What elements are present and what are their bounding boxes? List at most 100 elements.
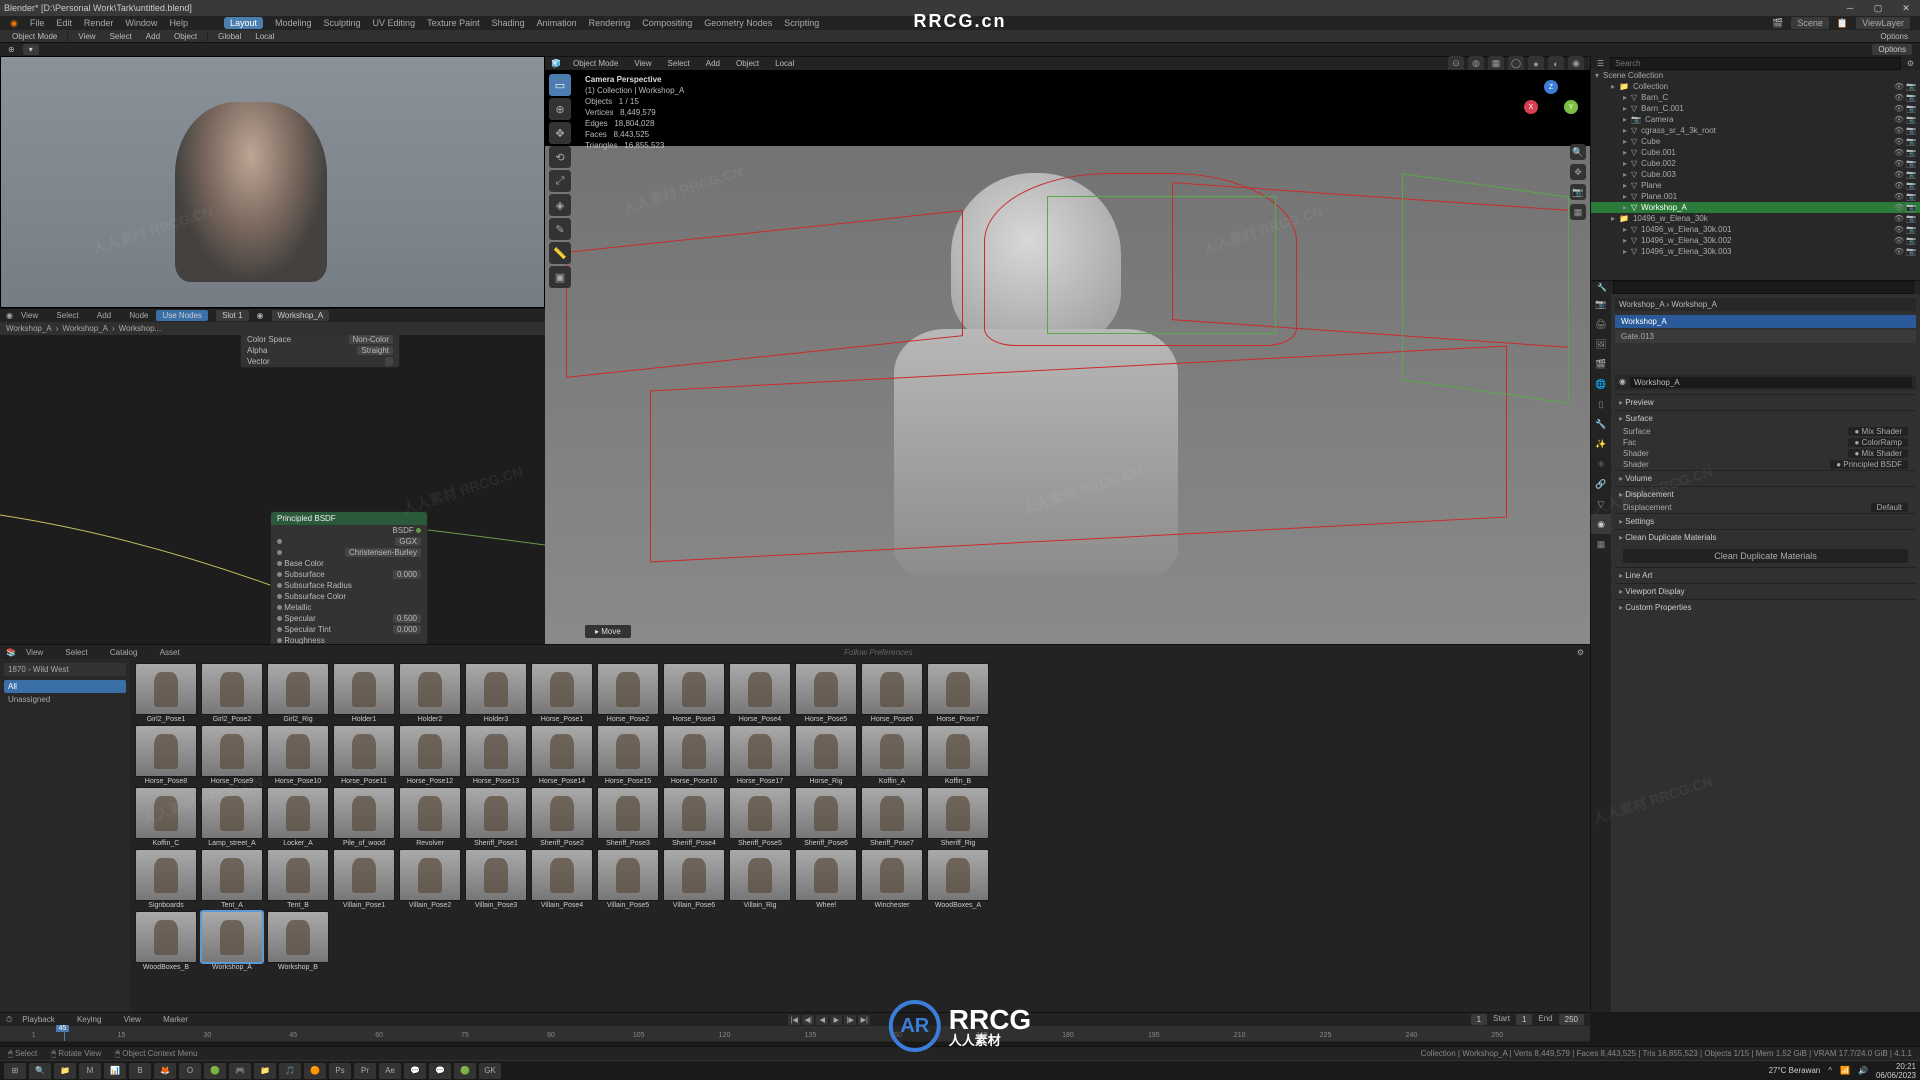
menu-add[interactable]: Add [702,59,724,68]
asset-item[interactable]: Workshop_B [266,911,330,971]
annotate-tool[interactable]: ✎ [549,218,571,240]
shader-link[interactable]: ● Mix Shader [1848,449,1908,458]
asset-item[interactable]: Koffin_B [926,725,990,785]
eye-icon[interactable]: 👁 [1894,82,1904,91]
tab-render[interactable]: 📷 [1591,294,1611,314]
panel-clean-duplicate-materials[interactable]: Clean Duplicate Materials [1615,529,1916,545]
menu-select[interactable]: Select [65,648,87,657]
eye-icon[interactable]: 👁 [1894,104,1904,113]
jump-start-button[interactable]: |◀ [788,1015,800,1025]
asset-item[interactable]: Girl2_Rig [266,663,330,723]
panel-custom-properties[interactable]: Custom Properties [1615,599,1916,615]
asset-item[interactable]: Sheriff_Pose3 [596,787,660,847]
outliner-item[interactable]: ▸▽Cube.002👁📷 [1591,158,1920,169]
editor-type-icon[interactable]: ☰ [1597,59,1604,68]
asset-item[interactable]: Villain_Pose6 [662,849,726,909]
tab-viewlayer[interactable]: 🖼 [1591,334,1611,354]
clock-time[interactable]: 20:21 [1876,1062,1916,1071]
eye-icon[interactable]: 👁 [1894,148,1904,157]
tab-physics[interactable]: ⚛ [1591,454,1611,474]
taskbar-app[interactable]: Ae [379,1063,401,1079]
asset-item[interactable]: Villain_Pose2 [398,849,462,909]
editor-type-icon[interactable]: 🧊 [551,59,561,68]
workspace-tab-modeling[interactable]: Modeling [275,18,312,28]
tray-volume-icon[interactable]: 🔊 [1858,1066,1868,1075]
eye-icon[interactable]: 👁 [1894,247,1904,256]
outliner-item[interactable]: ▸▽Plane.001👁📷 [1591,191,1920,202]
render-icon[interactable]: 📷 [1906,148,1916,157]
menu-object[interactable]: Object [732,59,763,68]
editor-type-icon[interactable]: ⏱ [6,1015,12,1025]
asset-item[interactable]: Tent_B [266,849,330,909]
workspace-tab-texture-paint[interactable]: Texture Paint [427,18,480,28]
menu-add[interactable]: Add [142,32,164,41]
menu-file[interactable]: File [30,18,45,28]
asset-item[interactable]: Holder3 [464,663,528,723]
display-settings-icon[interactable]: ⚙ [1577,648,1584,657]
node-principled-bsdf[interactable]: Principled BSDF BSDF GGX Christensen-Bur… [270,511,428,644]
material-name[interactable]: Workshop_A [1630,377,1912,388]
props-search[interactable] [1613,281,1914,294]
operator-panel[interactable]: ▸ Move [585,625,631,638]
rotate-tool[interactable]: ⟲ [549,146,571,168]
eye-icon[interactable]: 👁 [1894,236,1904,245]
outliner-item[interactable]: ▸📷Camera👁📷 [1591,114,1920,125]
render-icon[interactable]: 📷 [1906,192,1916,201]
asset-item[interactable]: Horse_Pose16 [662,725,726,785]
render-icon[interactable]: 📷 [1906,225,1916,234]
render-icon[interactable]: 📷 [1906,247,1916,256]
render-preview[interactable] [0,56,545,308]
asset-item[interactable]: Sheriff_Pose5 [728,787,792,847]
render-icon[interactable]: 📷 [1906,159,1916,168]
asset-item[interactable]: Horse_Pose6 [860,663,924,723]
menu-view[interactable]: View [124,1015,141,1025]
menu-select[interactable]: Select [664,59,694,68]
asset-item[interactable]: Wheel [794,849,858,909]
bc-item[interactable]: Workshop_A [6,324,52,333]
taskbar-app[interactable]: GK [479,1063,501,1079]
asset-item[interactable]: Villain_Pose4 [530,849,594,909]
render-icon[interactable]: 📷 [1906,115,1916,124]
menu-marker[interactable]: Marker [163,1015,188,1025]
asset-item[interactable]: Horse_Pose17 [728,725,792,785]
close-button[interactable]: ✕ [1896,2,1916,14]
workspace-tab-geometry-nodes[interactable]: Geometry Nodes [704,18,772,28]
shader-link[interactable]: ● Mix Shader [1848,427,1908,436]
maximize-button[interactable]: ▢ [1868,2,1888,14]
asset-item[interactable]: Koffin_C [134,787,198,847]
menu-select[interactable]: Select [106,32,136,41]
asset-item[interactable]: Horse_Pose10 [266,725,330,785]
asset-item[interactable]: Sheriff_Pose6 [794,787,858,847]
render-icon[interactable]: 📷 [1906,170,1916,179]
taskbar-app[interactable]: B [129,1063,151,1079]
shader-link[interactable]: ● ColorRamp [1848,438,1908,447]
tab-material[interactable]: ◉ [1591,514,1611,534]
workspace-tab-scripting[interactable]: Scripting [784,18,819,28]
frame-end[interactable]: 250 [1559,1014,1584,1025]
menu-keying[interactable]: Keying [77,1015,101,1025]
taskbar-app[interactable]: 🎮 [229,1063,251,1079]
asset-item[interactable]: Sheriff_Pose1 [464,787,528,847]
pan-icon[interactable]: ✥ [1570,164,1586,180]
play-button[interactable]: ▶ [830,1015,842,1025]
asset-item[interactable]: Villain_Pose3 [464,849,528,909]
interaction-mode[interactable]: Object Mode [8,32,61,41]
taskbar-app[interactable]: M [79,1063,101,1079]
options-btn[interactable]: Options [1872,44,1912,55]
panel-displacement[interactable]: Displacement [1615,486,1916,502]
render-icon[interactable]: 📷 [1906,236,1916,245]
outliner-item[interactable]: ▸▽Cube.001👁📷 [1591,147,1920,158]
render-icon[interactable]: 📷 [1906,93,1916,102]
eye-icon[interactable]: 👁 [1894,137,1904,146]
menu-view[interactable]: View [74,32,99,41]
axis-y[interactable]: Y [1564,100,1578,114]
current-frame[interactable]: 1 [1471,1014,1487,1025]
taskbar-app[interactable]: 🟢 [204,1063,226,1079]
play-rev-button[interactable]: ◀ [816,1015,828,1025]
asset-item[interactable]: Horse_Pose11 [332,725,396,785]
workspace-tab-shading[interactable]: Shading [492,18,525,28]
outliner-item[interactable]: ▸▽10496_w_Elena_30k.002👁📷 [1591,235,1920,246]
zoom-icon[interactable]: 🔍 [1570,144,1586,160]
material-slot[interactable]: Workshop_A [1615,315,1916,328]
asset-filter-mode[interactable]: Follow Preferences [190,648,1567,657]
